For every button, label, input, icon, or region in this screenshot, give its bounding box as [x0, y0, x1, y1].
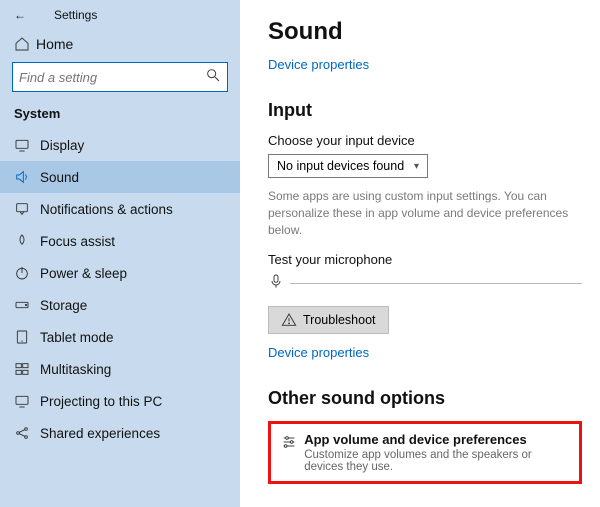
- nav-storage[interactable]: Storage: [0, 289, 240, 321]
- nav-label: Notifications & actions: [40, 202, 173, 217]
- dropdown-value: No input devices found: [277, 159, 404, 173]
- nav-power-sleep[interactable]: Power & sleep: [0, 257, 240, 289]
- search-field[interactable]: [19, 70, 205, 85]
- other-sound-heading: Other sound options: [268, 388, 582, 409]
- notifications-icon: [14, 201, 40, 217]
- device-properties-link-2[interactable]: Device properties: [268, 345, 369, 360]
- input-description: Some apps are using custom input setting…: [268, 188, 578, 238]
- shared-icon: [14, 425, 40, 441]
- nav-sound[interactable]: Sound: [0, 161, 240, 193]
- nav-home-label: Home: [36, 36, 73, 52]
- input-device-dropdown[interactable]: No input devices found ▾: [268, 154, 428, 178]
- sound-icon: [14, 169, 40, 185]
- choose-input-label: Choose your input device: [268, 133, 582, 148]
- nav-notifications[interactable]: Notifications & actions: [0, 193, 240, 225]
- nav-label: Sound: [40, 170, 79, 185]
- projecting-icon: [14, 393, 40, 409]
- storage-icon: [14, 297, 40, 313]
- focus-icon: [14, 233, 40, 249]
- search-input[interactable]: [12, 62, 228, 92]
- back-button[interactable]: ←: [14, 8, 32, 22]
- nav-label: Tablet mode: [40, 330, 114, 345]
- nav-multitasking[interactable]: Multitasking: [0, 353, 240, 385]
- nav-shared-experiences[interactable]: Shared experiences: [0, 417, 240, 449]
- nav-focus-assist[interactable]: Focus assist: [0, 225, 240, 257]
- warning-icon: [281, 312, 297, 328]
- nav-label: Multitasking: [40, 362, 111, 377]
- test-mic-label: Test your microphone: [268, 252, 582, 267]
- nav-label: Projecting to this PC: [40, 394, 162, 409]
- nav-display[interactable]: Display: [0, 129, 240, 161]
- nav-label: Display: [40, 138, 84, 153]
- troubleshoot-label: Troubleshoot: [303, 313, 376, 327]
- window-title: Settings: [54, 8, 97, 22]
- nav-tablet-mode[interactable]: Tablet mode: [0, 321, 240, 353]
- mic-level-bar: [290, 283, 582, 284]
- tablet-icon: [14, 329, 40, 345]
- multitasking-icon: [14, 361, 40, 377]
- nav-label: Storage: [40, 298, 87, 313]
- microphone-icon: [268, 273, 290, 294]
- sliders-icon: [281, 432, 304, 455]
- search-icon: [205, 67, 221, 88]
- home-icon: [14, 36, 36, 52]
- nav-label: Focus assist: [40, 234, 115, 249]
- nav-label: Power & sleep: [40, 266, 127, 281]
- app-volume-subtitle: Customize app volumes and the speakers o…: [304, 449, 569, 473]
- power-icon: [14, 265, 40, 281]
- section-header-system: System: [0, 106, 240, 129]
- input-heading: Input: [268, 100, 582, 121]
- page-title: Sound: [268, 18, 582, 46]
- chevron-down-icon: ▾: [414, 161, 419, 172]
- troubleshoot-button[interactable]: Troubleshoot: [268, 306, 389, 334]
- nav-label: Shared experiences: [40, 426, 160, 441]
- nav-projecting[interactable]: Projecting to this PC: [0, 385, 240, 417]
- app-volume-title: App volume and device preferences: [304, 432, 569, 447]
- app-volume-preferences[interactable]: App volume and device preferences Custom…: [268, 421, 582, 484]
- nav-home[interactable]: Home: [0, 30, 240, 62]
- display-icon: [14, 137, 40, 153]
- device-properties-link[interactable]: Device properties: [268, 57, 369, 72]
